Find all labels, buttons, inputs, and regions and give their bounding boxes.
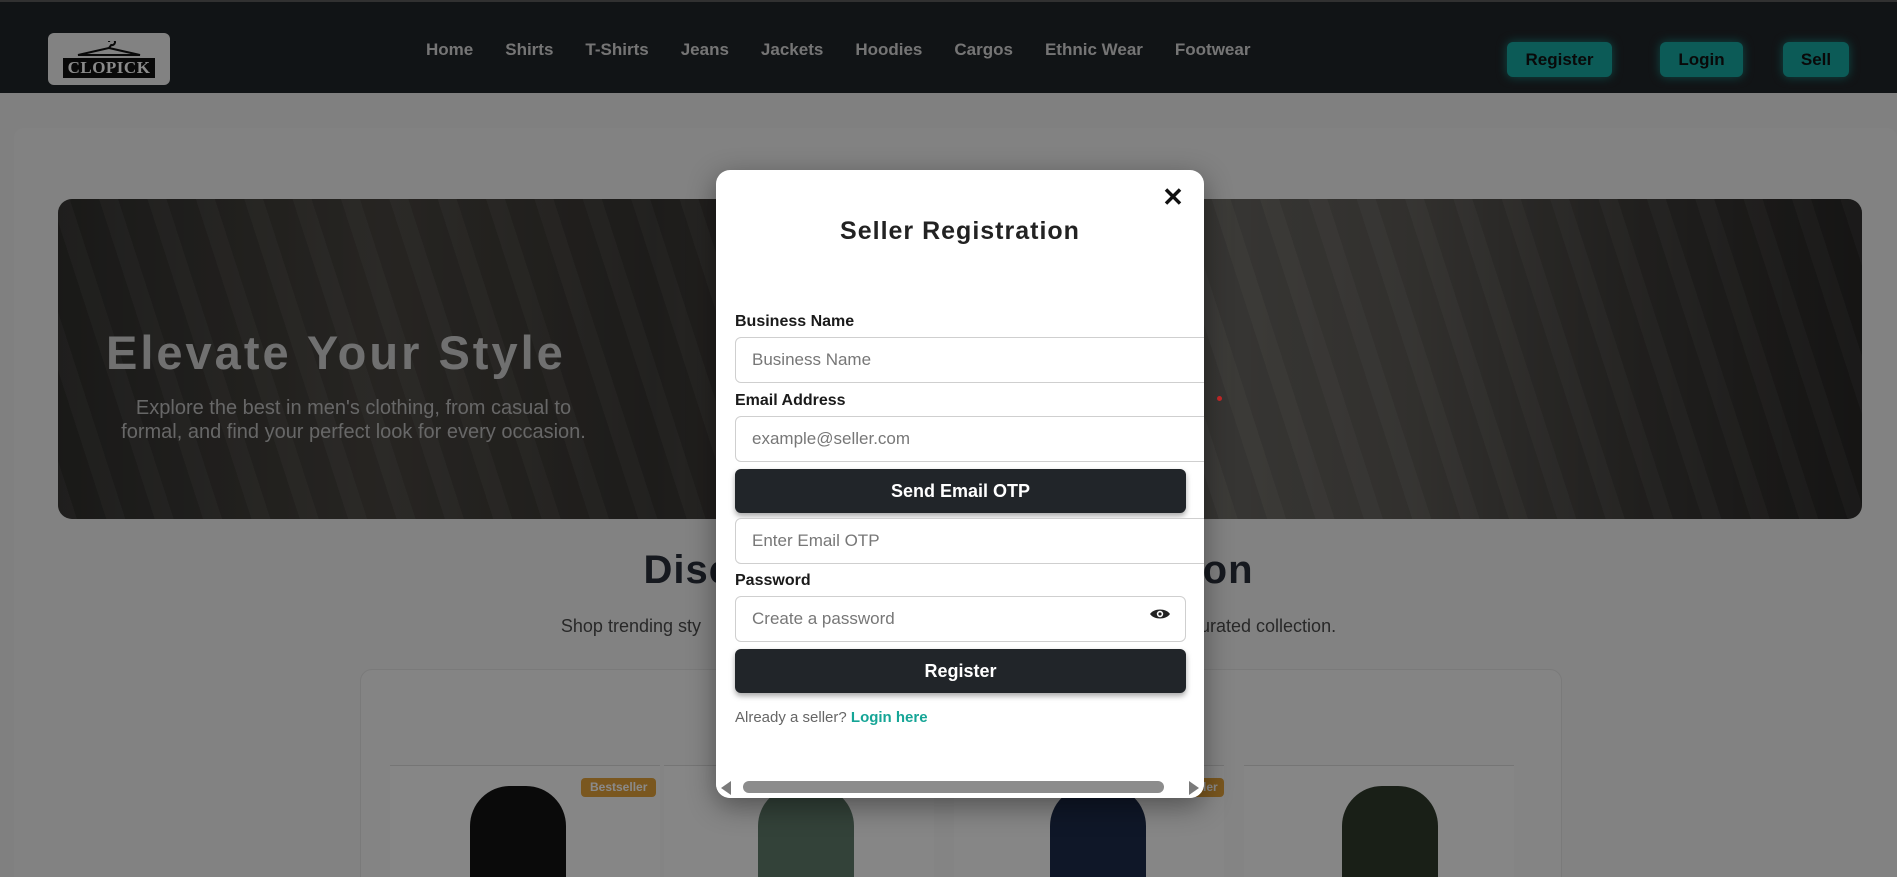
- seller-registration-modal: ✕ Seller Registration Business Name Emai…: [716, 170, 1204, 798]
- business-name-label: Business Name: [735, 313, 855, 330]
- password-input[interactable]: [735, 596, 1186, 642]
- login-here-link[interactable]: Login here: [851, 709, 928, 726]
- email-label: Email Address: [735, 392, 846, 409]
- scroll-right-arrow-icon[interactable]: [1189, 781, 1199, 795]
- eye-icon[interactable]: [1149, 607, 1171, 621]
- already-seller-text: Already a seller? Login here: [735, 709, 928, 726]
- indicator-dot: [1217, 396, 1222, 401]
- email-input[interactable]: [735, 416, 1204, 462]
- password-label: Password: [735, 572, 811, 589]
- scroll-left-arrow-icon[interactable]: [721, 781, 731, 795]
- register-button[interactable]: Register: [735, 649, 1186, 693]
- send-email-otp-button[interactable]: Send Email OTP: [735, 469, 1186, 513]
- email-otp-input[interactable]: [735, 518, 1204, 564]
- horizontal-scrollbar[interactable]: [716, 776, 1204, 798]
- modal-title: Seller Registration: [840, 217, 1080, 245]
- business-name-input[interactable]: [735, 337, 1204, 383]
- close-icon[interactable]: ✕: [1160, 184, 1186, 210]
- already-seller-prompt: Already a seller?: [735, 709, 847, 726]
- scrollbar-thumb[interactable]: [743, 781, 1164, 793]
